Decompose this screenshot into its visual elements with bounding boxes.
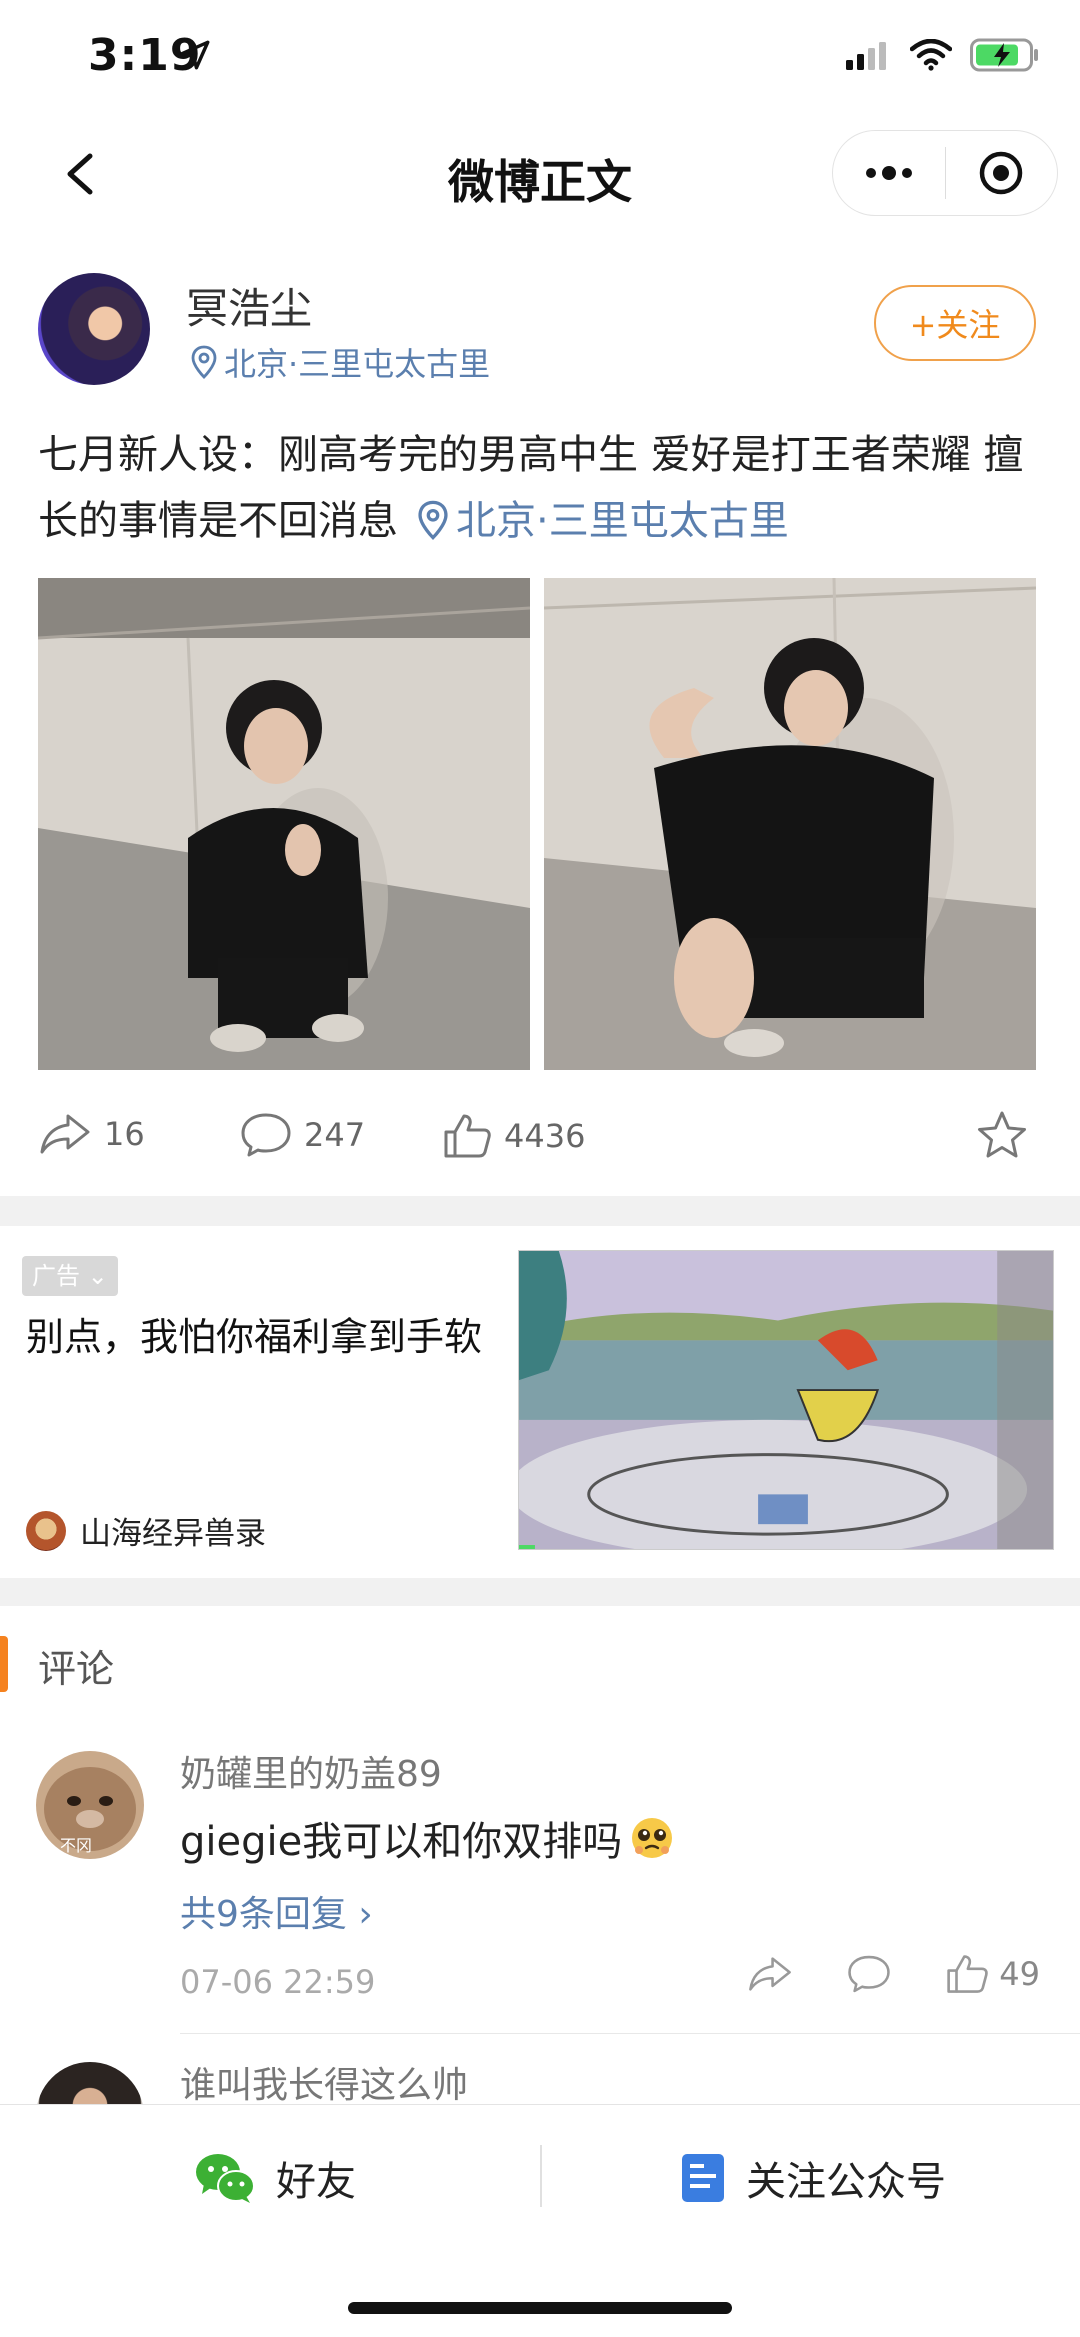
post-photo-2[interactable]	[544, 578, 1036, 1070]
view-replies-link[interactable]: 共9条回复 ›	[180, 1885, 373, 1937]
post-text: 七月新人设：刚高考完的男高中生 爱好是打王者荣耀 擅长的事情是不回消息 北京·三里…	[38, 422, 1048, 554]
ad-title: 别点，我怕你福利拿到手软	[26, 1315, 483, 1359]
friends-label: 好友	[276, 2159, 356, 2205]
commenter-name[interactable]: 谁叫我长得这么帅	[180, 2056, 468, 2106]
home-indicator	[348, 2302, 732, 2314]
ad-video[interactable]	[518, 1250, 1054, 1550]
comment-body: giegie我可以和你双排吗	[180, 1819, 623, 1865]
ad-brand-avatar	[26, 1510, 66, 1551]
ad-tag-label: 广告	[32, 1262, 80, 1290]
signal-icon	[846, 42, 886, 70]
comments-header: 评论	[0, 1606, 1080, 1716]
photo-image	[38, 578, 530, 1070]
chevron-down-icon: ⌄	[87, 1262, 108, 1290]
location-pin-icon	[418, 500, 448, 540]
share-button[interactable]: 16	[38, 1112, 145, 1156]
post-action-bar: 16 247 4436	[0, 1100, 1080, 1190]
comment-item: 不冈 奶罐里的奶盖89 giegie我可以和你双排吗 共9条回复 › 07-06…	[0, 1745, 1080, 2045]
comment-bubble-icon	[848, 1955, 891, 1993]
comment-count: 247	[304, 1116, 366, 1154]
avatar-caption: 不冈	[60, 1836, 92, 1855]
follow-official-account-button[interactable]: 关注公众号	[680, 2149, 946, 2207]
user-name[interactable]: 冥浩尘	[186, 275, 312, 336]
thumbs-up-icon	[947, 1955, 989, 1993]
wechat-icon	[196, 2154, 255, 2203]
comment-item: 谁叫我长得这么帅	[0, 2052, 1080, 2106]
status-indicators	[846, 38, 1040, 72]
battery-icon	[970, 38, 1038, 72]
like-button[interactable]: 4436	[442, 1112, 585, 1160]
share-to-friends-button[interactable]: 好友	[194, 2149, 356, 2207]
comment-share-button[interactable]	[747, 1955, 793, 1993]
section-separator	[0, 1196, 1080, 1226]
location-label: 北京·三里屯太古里	[224, 345, 491, 383]
share-arrow-icon	[749, 1957, 792, 1991]
star-icon	[978, 1111, 1026, 1158]
more-button[interactable]	[833, 131, 945, 215]
follow-button[interactable]: +关注	[874, 285, 1036, 361]
commenter-name[interactable]: 奶罐里的奶盖89	[180, 1745, 442, 1797]
comment-divider	[180, 2033, 1080, 2034]
wifi-icon	[910, 39, 952, 71]
avatar-image: 不冈	[36, 1751, 144, 1859]
bottom-bar-divider	[540, 2145, 542, 2207]
like-count: 4436	[504, 1117, 586, 1155]
ad-brand-name: 山海经异兽录	[80, 1516, 266, 1552]
target-circle-icon	[980, 151, 1023, 195]
section-separator	[0, 1578, 1080, 1606]
close-miniprogram-button[interactable]	[946, 131, 1058, 215]
ad-brand: 山海经异兽录	[26, 1508, 266, 1553]
user-avatar[interactable]	[38, 273, 150, 385]
post-location-link[interactable]: 北京·三里屯太古里	[456, 498, 789, 544]
favorite-button[interactable]	[976, 1110, 1028, 1160]
ad-tag[interactable]: 广告 ⌄	[22, 1256, 118, 1296]
thumbs-up-icon	[444, 1114, 491, 1158]
comment-like-button[interactable]: 49	[945, 1953, 1040, 1995]
follow-account-label: 关注公众号	[746, 2159, 946, 2205]
comments-header-accent	[0, 1636, 8, 1692]
nav-bar: 微博正文	[0, 120, 1080, 230]
status-bar: 3:19	[0, 0, 1080, 120]
post-header: 冥浩尘 北京·三里屯太古里 +关注	[0, 265, 1080, 395]
comment-time: 07-06 22:59	[180, 1963, 376, 2001]
commenter-avatar[interactable]	[36, 2062, 144, 2106]
comment-bubble-icon	[241, 1113, 291, 1157]
document-icon	[682, 2154, 724, 2202]
miniprogram-capsule	[832, 130, 1058, 216]
ad-video-frame	[519, 1251, 1053, 1549]
comment-like-count: 49	[999, 1955, 1040, 1993]
location-pin-icon	[191, 345, 217, 379]
location-arrow-icon	[180, 40, 210, 70]
post-photo-1[interactable]	[38, 578, 530, 1070]
share-count: 16	[104, 1115, 145, 1153]
commenter-avatar[interactable]: 不冈	[36, 1751, 144, 1859]
more-dots-icon	[865, 166, 912, 180]
comment-button[interactable]: 247	[240, 1112, 365, 1158]
comment-actions: 49	[693, 1953, 1040, 1995]
comment-text: giegie我可以和你双排吗	[180, 1809, 674, 1867]
post-location[interactable]: 北京·三里屯太古里	[190, 339, 490, 385]
pleading-face-emoji-icon	[632, 1818, 673, 1858]
share-arrow-icon	[40, 1114, 90, 1154]
photo-image	[544, 578, 1036, 1070]
comment-reply-button[interactable]	[847, 1954, 891, 1994]
comments-title: 评论	[38, 1647, 115, 1691]
ad-card[interactable]: 广告 ⌄ 别点，我怕你福利拿到手软 山海经异兽录	[0, 1228, 1080, 1578]
